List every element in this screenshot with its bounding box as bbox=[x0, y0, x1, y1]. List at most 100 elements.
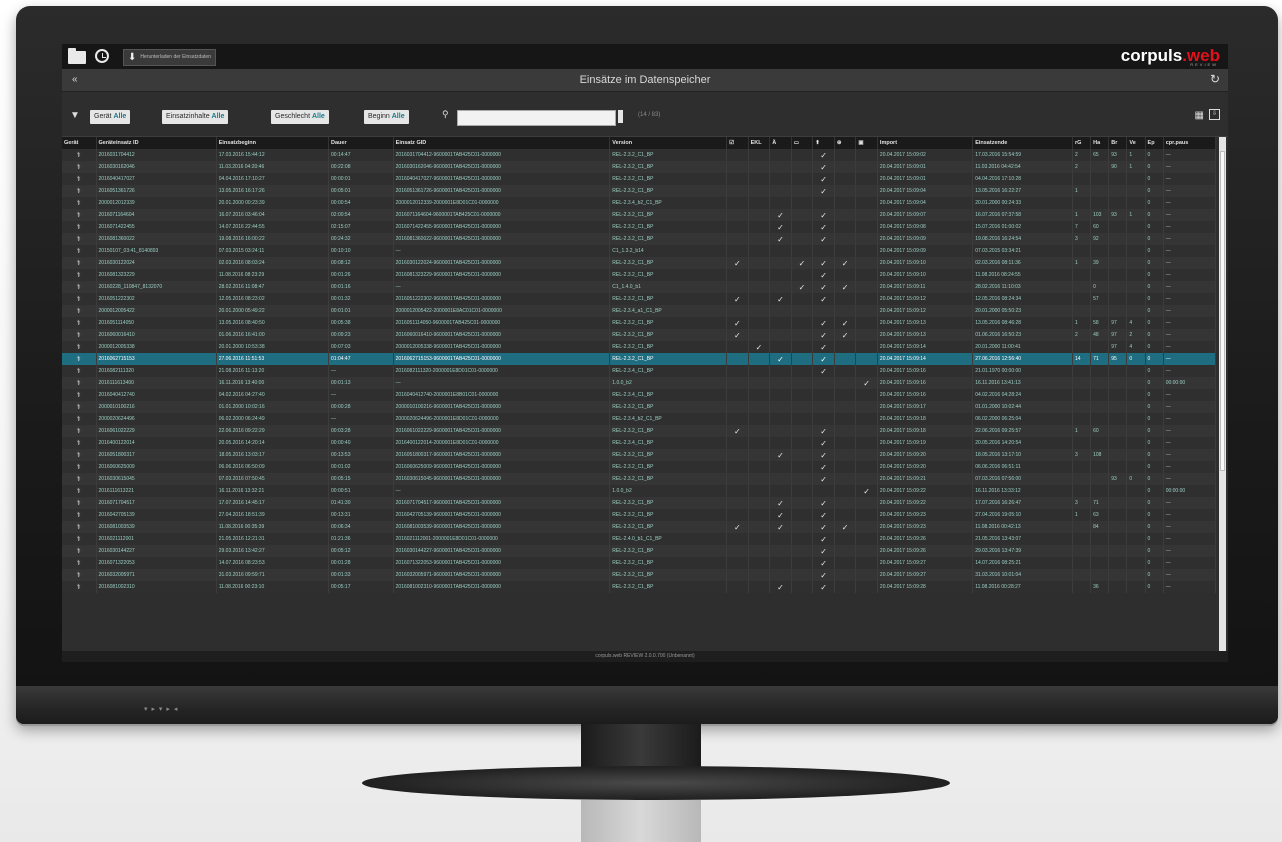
table-cell: 16.11.2016 13:41:13 bbox=[972, 377, 1073, 389]
table-row[interactable]: ⚕ 2016081323229 11.08.2016 08:23:29 00:01:2… bbox=[62, 269, 1217, 281]
column-header[interactable]: ▣ bbox=[855, 137, 878, 149]
table-row[interactable]: ⚕ 2016071422455 14.07.2016 22:44:55 02:15:0… bbox=[62, 221, 1217, 233]
table-row[interactable]: ⚕ 2016030615045 07.03.2016 07:50:45 00:05:1… bbox=[62, 473, 1217, 485]
vertical-scrollbar[interactable] bbox=[1219, 137, 1226, 651]
history-icon[interactable] bbox=[95, 49, 109, 63]
table-row[interactable]: ⚕ 2016051800317 18.05.2016 13:03:17 00:13:5… bbox=[62, 449, 1217, 461]
table-row[interactable]: ⚕ 2016081002310 11.08.2016 00:23:10 00:05:1… bbox=[62, 581, 1217, 593]
table-cell: — bbox=[393, 377, 611, 389]
table-cell: 00:01:26 bbox=[328, 269, 394, 281]
column-header[interactable]: Dauer bbox=[328, 137, 394, 149]
table-row[interactable]: ⚕ 2016040412740 04.02.2016 04:27:40—201604… bbox=[62, 389, 1217, 401]
search-input[interactable] bbox=[457, 110, 616, 126]
column-header[interactable]: Br bbox=[1108, 137, 1128, 149]
table-row[interactable]: ⚕ 2016030144227 29.03.2016 13:42:27 00:05:1… bbox=[62, 545, 1217, 557]
filter-content[interactable]: Einsatzinhalte Alle bbox=[162, 110, 229, 124]
table-row[interactable]: ⚕ 2016071164604 16.07.2016 03:46:04 02:00:5… bbox=[62, 209, 1217, 221]
refresh-icon[interactable]: ↻ bbox=[1210, 72, 1220, 86]
table-row[interactable]: ⚕ 2016111613221 16.11.2016 13:32:21 00:00:5… bbox=[62, 485, 1217, 497]
table-cell: 01:21:36 bbox=[328, 533, 394, 545]
table-row[interactable]: ⚕ 2000012005422 20.01.2000 05:49:22 00:01:0… bbox=[62, 305, 1217, 317]
column-header[interactable]: Geräteinsatz ID bbox=[96, 137, 217, 149]
table-cell bbox=[1126, 521, 1146, 533]
column-header[interactable]: EKL bbox=[748, 137, 771, 149]
table-cell bbox=[1126, 221, 1146, 233]
column-header[interactable]: ☑ bbox=[726, 137, 749, 149]
table-cell: 00:01:13 bbox=[328, 377, 394, 389]
table-row[interactable]: ⚕ 2016060625009 06.06.2016 06:50:09 00:01:0… bbox=[62, 461, 1217, 473]
filter-start[interactable]: Beginn Alle bbox=[364, 110, 409, 124]
column-header[interactable]: Einsatz GID bbox=[393, 137, 611, 149]
table-row[interactable]: ⚕ 2016111613400 16.11.2016 13:40:00 00:01:1… bbox=[62, 377, 1217, 389]
column-header[interactable]: Ha bbox=[1090, 137, 1110, 149]
column-header[interactable]: Ä bbox=[769, 137, 792, 149]
table-row[interactable]: ⚕ 2016030122024 02.03.2016 08:03:24 00:08:1… bbox=[62, 257, 1217, 269]
table-cell bbox=[834, 569, 857, 581]
table-row[interactable]: ⚕ 2016051114050 13.05.2016 08:40:50 00:05:3… bbox=[62, 317, 1217, 329]
table-row[interactable]: ⚕ 2016081360022 19.08.2016 16:00:22 00:24:3… bbox=[62, 233, 1217, 245]
table-row[interactable]: ⚕ 2016051361726 13.05.2016 16:17:26 00:05:0… bbox=[62, 185, 1217, 197]
table-cell bbox=[748, 545, 771, 557]
column-settings-icon[interactable]: ▦ bbox=[1195, 110, 1204, 121]
column-header[interactable]: ⬆ bbox=[812, 137, 835, 149]
table-row[interactable]: ⚕ 2016081003539 11.08.2016 00:35:39 00:06:3… bbox=[62, 521, 1217, 533]
column-header[interactable]: cpr.paus bbox=[1163, 137, 1217, 149]
table-cell: 3 bbox=[1072, 497, 1092, 509]
device-icon: ⚕ bbox=[62, 353, 97, 365]
table-cell bbox=[1090, 185, 1110, 197]
table-row[interactable]: ⚕ 2016400122014 20.05.2016 14:20:14 00:00:4… bbox=[62, 437, 1217, 449]
table-row[interactable]: ⚕ 2016060016410 01.06.2016 16:41:00 00:09:2… bbox=[62, 329, 1217, 341]
table-row[interactable]: ⚕ 2016061022229 22.06.2016 09:22:29 00:03:2… bbox=[62, 425, 1217, 437]
table-row[interactable]: ⚕ 2000012012339 20.01.2000 00:23:39 00:00:5… bbox=[62, 197, 1217, 209]
table-row[interactable]: ⚕ 2016082111320 21.08.2016 11:13:20—201608… bbox=[62, 365, 1217, 377]
filter-device[interactable]: Gerät Alle bbox=[90, 110, 131, 124]
table-row[interactable]: ⚕ 2016031704412 17.03.2016 15:44:12 00:14:4… bbox=[62, 149, 1217, 161]
table-cell: 00:01:01 bbox=[328, 305, 394, 317]
table-cell bbox=[748, 485, 771, 497]
table-row[interactable]: ⚕ 2016030162046 11.03.2016 04:20:46 00:22:0… bbox=[62, 161, 1217, 173]
table-cell bbox=[769, 569, 792, 581]
table-row[interactable]: ⚕ 2000010100216 01.01.2000 10:02:16 00:00:2… bbox=[62, 401, 1217, 413]
column-header[interactable]: Einsatzende bbox=[972, 137, 1073, 149]
table-cell: 2 bbox=[1072, 149, 1092, 161]
filter-gender[interactable]: Geschlecht Alle bbox=[271, 110, 329, 124]
column-header[interactable]: Ve bbox=[1126, 137, 1146, 149]
table-row[interactable]: ⚕ 2016071322053 14.07.2016 08:23:53 00:01:2… bbox=[62, 557, 1217, 569]
table-row[interactable]: ⚕ 20150107_03:41_8140893 07.03.2015 03:24:… bbox=[62, 245, 1217, 257]
column-header[interactable]: ⊕ bbox=[834, 137, 857, 149]
table-row[interactable]: ⚕ 2016071704517 17.07.2016 14:45:17 01:41:3… bbox=[62, 497, 1217, 509]
column-header[interactable]: Ep bbox=[1145, 137, 1164, 149]
table-cell: 00:13:53 bbox=[328, 449, 394, 461]
table-cell bbox=[855, 317, 878, 329]
table-cell bbox=[791, 365, 814, 377]
table-row[interactable]: ⚕ 2016040417027 04.04.2016 17:10:27 00:00:0… bbox=[62, 173, 1217, 185]
table-row[interactable]: ⚕ 2016042705139 27.04.2016 18:51:39 00:13:3… bbox=[62, 509, 1217, 521]
column-header[interactable]: rG bbox=[1072, 137, 1092, 149]
scroll-thumb[interactable] bbox=[1220, 151, 1225, 471]
table-row[interactable]: ⚕ 2016062715153 27.06.2016 11:51:53 01:04:4… bbox=[62, 353, 1217, 365]
column-header[interactable]: Import bbox=[877, 137, 974, 149]
table-row[interactable]: ⚕ 2016032005971 31.03.2016 09:59:71 00:01:3… bbox=[62, 569, 1217, 581]
export-icon[interactable]: ⇩ bbox=[1209, 109, 1220, 120]
table-cell bbox=[1072, 197, 1092, 209]
table-row[interactable]: ⚕ 2016021112001 21.05.2016 12:21:31 01:21:3… bbox=[62, 533, 1217, 545]
download-button[interactable]: ⬇ Herunterladen der Einsatzdaten bbox=[123, 49, 216, 66]
table-row[interactable]: ⚕ 2000012005338 20.01.2000 10:53:38 00:07:0… bbox=[62, 341, 1217, 353]
table-cell: 16.11.2016 13:32:21 bbox=[216, 485, 330, 497]
table-cell: 20.04.2017 15:09:23 bbox=[877, 509, 974, 521]
table-row[interactable]: ⚕ 2000020624496 06.02.2000 06:24:49—200002… bbox=[62, 413, 1217, 425]
table-cell: — bbox=[1163, 581, 1217, 593]
column-header[interactable]: Einsatzbeginn bbox=[216, 137, 330, 149]
search-clear-button[interactable] bbox=[618, 110, 623, 123]
table-body: ⚕ 2016031704412 17.03.2016 15:44:12 00:14:4… bbox=[62, 149, 1217, 593]
table-row[interactable]: ⚕ 2016051222302 12.05.2016 08:23:02 00:01:3… bbox=[62, 293, 1217, 305]
column-header[interactable]: Version bbox=[609, 137, 728, 149]
folder-icon[interactable] bbox=[68, 48, 86, 64]
table-cell: 18.05.2016 13:17:10 bbox=[972, 449, 1073, 461]
column-header[interactable]: ▭ bbox=[791, 137, 814, 149]
table-cell bbox=[726, 461, 749, 473]
filter-icon[interactable]: ▼ bbox=[70, 110, 80, 121]
table-row[interactable]: ⚕ 20160228_110847_8132070 28.02.2016 11:08… bbox=[62, 281, 1217, 293]
column-header[interactable]: Gerät bbox=[62, 137, 97, 149]
table-cell bbox=[1108, 425, 1128, 437]
